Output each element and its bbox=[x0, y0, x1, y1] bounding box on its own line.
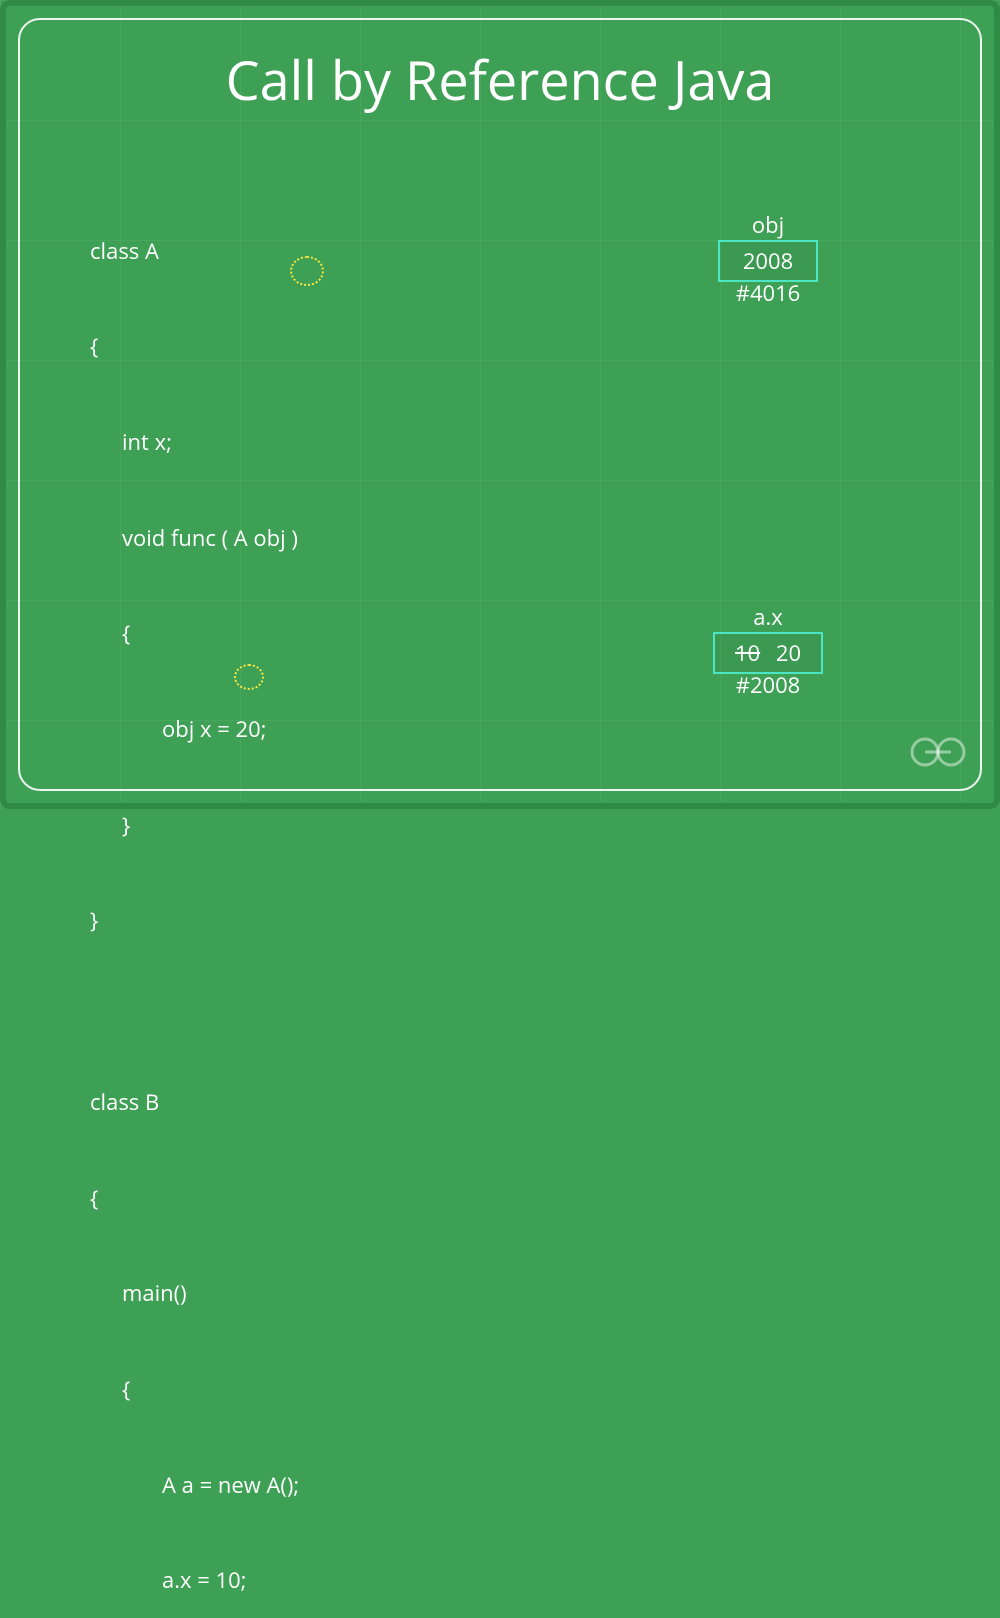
code-line: class B bbox=[90, 1087, 299, 1119]
diagram-title: Call by Reference Java bbox=[0, 42, 1000, 116]
mem-obj-value: 2008 bbox=[743, 246, 793, 276]
code-line: A a = new A(); bbox=[162, 1470, 299, 1502]
code-line: int x; bbox=[122, 427, 299, 459]
code-line: obj x = 20; bbox=[162, 714, 299, 746]
mem-ax-box: 10 20 bbox=[713, 632, 823, 674]
code-line: class A bbox=[90, 236, 299, 268]
code-line: { bbox=[122, 618, 299, 650]
highlight-circle-arg bbox=[234, 664, 264, 690]
code-line: a.x = 10; bbox=[162, 1565, 299, 1597]
mem-obj-box: 2008 bbox=[718, 240, 818, 282]
code-line: main() bbox=[122, 1278, 299, 1310]
mem-obj-addr: #4016 bbox=[718, 278, 818, 308]
code-line: } bbox=[90, 905, 299, 937]
highlight-circle-obj bbox=[290, 256, 324, 286]
code-line: { bbox=[90, 1183, 299, 1215]
code-line: } bbox=[122, 810, 299, 842]
code-line: void func ( A obj ) bbox=[122, 523, 299, 555]
code-line: { bbox=[90, 331, 299, 363]
code-block: class A { int x; void func ( A obj ) { o… bbox=[90, 172, 299, 1618]
logo-gg bbox=[910, 734, 966, 779]
param-obj: obj bbox=[253, 523, 285, 553]
mem-ax-old: 10 bbox=[735, 638, 760, 668]
mem-ax-new: 20 bbox=[776, 638, 801, 668]
mem-ax-addr: #2008 bbox=[713, 670, 823, 700]
code-line: { bbox=[122, 1374, 299, 1406]
mem-obj-label: obj bbox=[718, 210, 818, 240]
mem-ax-label: a.x bbox=[713, 602, 823, 632]
